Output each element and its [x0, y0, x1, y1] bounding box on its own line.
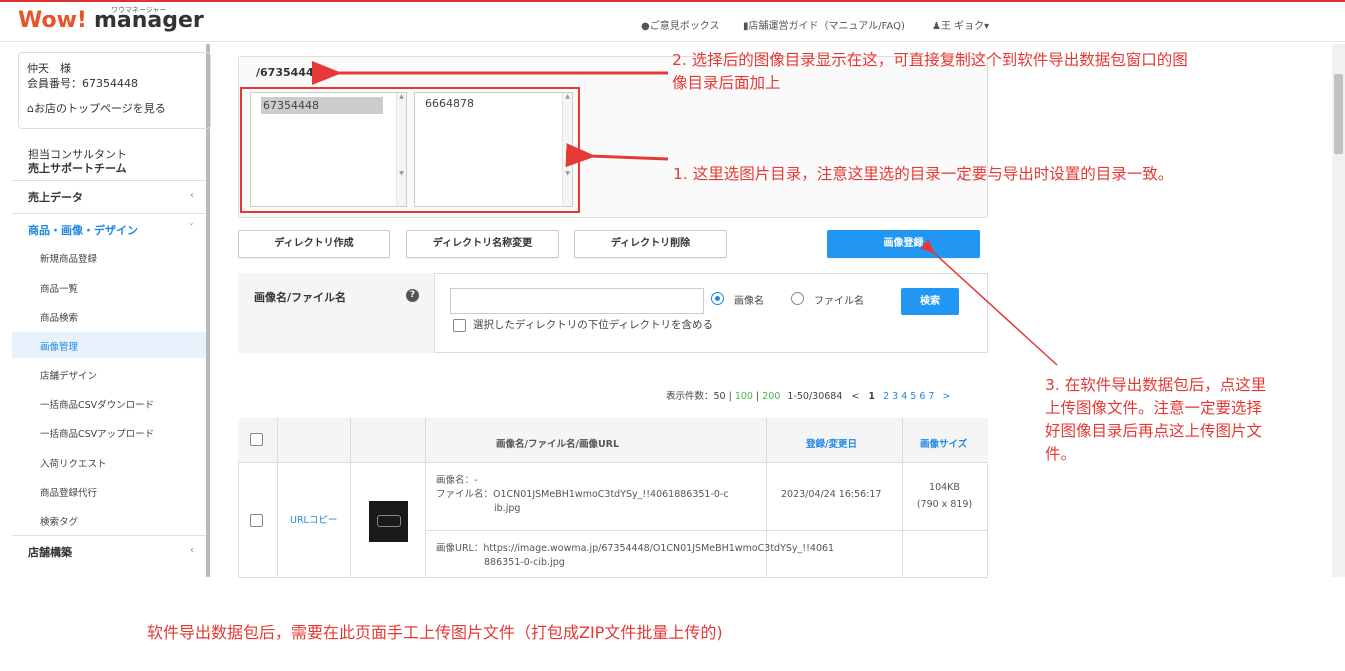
- sidebar-item-product-list[interactable]: 商品一覧: [40, 281, 78, 295]
- row-checkbox[interactable]: [250, 514, 263, 527]
- search-label: 画像名/ファイル名: [238, 273, 435, 353]
- annotation-3: 3. 在软件导出数据包后，点这里 上传图像文件。注意一定要选择 好图像目录后再点…: [1045, 376, 1267, 463]
- consultant: 担当コンサルタント 売上サポートチーム: [28, 148, 127, 176]
- user-icon: ♟: [932, 21, 941, 32]
- header-size[interactable]: 画像サイズ: [920, 436, 967, 450]
- sidebar-item-image-management[interactable]: 画像管理: [40, 339, 78, 353]
- radio-file-name-label: ファイル名: [814, 296, 864, 307]
- search-button[interactable]: 検索: [901, 288, 959, 315]
- sidebar-item-search-tag[interactable]: 検索タグ: [40, 514, 78, 528]
- row-divider: [426, 530, 987, 531]
- header-name: 画像名/ファイル名/画像URL: [496, 439, 620, 450]
- help-icon[interactable]: ?: [406, 289, 419, 302]
- row-date: 2023/04/24 16:56:17: [781, 489, 882, 500]
- radio-image-name[interactable]: [711, 292, 724, 305]
- chevron-left-icon: ‹: [190, 190, 194, 201]
- nav-section-shop-build[interactable]: 店舗構築 ‹: [12, 535, 206, 565]
- pager: 表示件数：50 | 100 | 200 1-50/30684 < 1 2 3 4…: [666, 391, 951, 402]
- chevron-left-icon: ‹: [190, 545, 194, 556]
- register-image-button[interactable]: 画像登録: [827, 230, 980, 258]
- annotation-2: 2. 选择后的图像目录显示在这，可直接复制这个到软件导出数据包窗口的图 像目录后…: [672, 51, 1188, 92]
- page-size-100[interactable]: 100: [735, 391, 753, 402]
- pager-next[interactable]: >: [942, 391, 950, 402]
- image-url[interactable]: 画像URL：https://image.wowma.jp/67354448/O1…: [436, 542, 834, 570]
- logo-wow: Wow!: [18, 8, 87, 33]
- url-copy-link[interactable]: URLコピー: [290, 514, 337, 528]
- select-all-checkbox[interactable]: [250, 433, 263, 446]
- guide-link[interactable]: ▮店舗運営ガイド（マニュアル/FAQ): [743, 17, 905, 32]
- include-subdir-checkbox[interactable]: [453, 319, 466, 332]
- scrollbar-thumb[interactable]: [1334, 74, 1343, 154]
- nav-section-sales[interactable]: 売上データ ‹: [12, 180, 206, 210]
- pager-pages[interactable]: 2 3 4 5 6 7: [883, 391, 934, 402]
- member-name: 仲天 様: [27, 62, 71, 75]
- rename-directory-button[interactable]: ディレクトリ名称変更: [406, 230, 559, 258]
- home-icon: ⌂: [27, 102, 34, 115]
- sidebar-item-shop-design[interactable]: 店舗デザイン: [40, 368, 97, 382]
- logo[interactable]: Wow! manager ワウマネージャー: [18, 6, 204, 33]
- annotation-highlight-box: [240, 87, 580, 213]
- sidebar: 仲天 様 会員番号：67354448 ⌂お店のトップページを見る 担当コンサルタ…: [12, 44, 211, 577]
- directory-path: /67354448: [256, 66, 322, 79]
- caret-down-icon: ▾: [984, 21, 990, 32]
- top-bar: Wow! manager ワウマネージャー ●ご意見ボックス ▮店舗運営ガイド（…: [0, 0, 1345, 42]
- logo-kana: ワウマネージャー: [111, 6, 167, 14]
- radio-image-name-label: 画像名: [734, 296, 764, 307]
- annotation-1: 1. 这里选图片目录，注意这里选的目录一定要与导出时设置的目录一致。: [673, 165, 1174, 183]
- sidebar-item-product-search[interactable]: 商品検索: [40, 310, 78, 324]
- radio-file-name[interactable]: [791, 292, 804, 305]
- bottom-note: 软件导出数据包后，需要在此页面手工上传图片文件（打包成ZIP文件批量上传的): [147, 623, 723, 642]
- shop-top-link[interactable]: ⌂お店のトップページを見る: [27, 101, 202, 116]
- page-size-200[interactable]: 200: [762, 391, 780, 402]
- table-divider: [350, 418, 351, 578]
- consultant-team: 売上サポートチーム: [28, 162, 127, 175]
- sidebar-item-registration-agent[interactable]: 商品登録代行: [40, 485, 97, 499]
- sidebar-item-new-product[interactable]: 新規商品登録: [40, 251, 97, 265]
- include-subdir-label: 選択したディレクトリの下位ディレクトリを含める: [473, 319, 714, 331]
- create-directory-button[interactable]: ディレクトリ作成: [238, 230, 390, 258]
- pager-range: 1-50/30684: [787, 391, 843, 402]
- pager-prev[interactable]: <: [851, 391, 859, 402]
- table-divider: [277, 418, 278, 578]
- image-thumbnail[interactable]: [369, 501, 408, 542]
- member-box: 仲天 様 会員番号：67354448 ⌂お店のトップページを見る: [18, 52, 211, 129]
- image-name: 画像名：- ファイル名：O1CN01JSMeBH1wmoC3tdYSy_!!40…: [436, 475, 729, 514]
- row-size: 104KB (790 x 819): [916, 482, 973, 510]
- consultant-label: 担当コンサルタント: [28, 148, 127, 161]
- table-divider: [425, 418, 426, 578]
- pager-current: 1: [868, 391, 876, 402]
- header-date[interactable]: 登録/変更日: [806, 436, 857, 450]
- feedback-link[interactable]: ●ご意見ボックス: [641, 17, 719, 32]
- chevron-down-icon: ˇ: [189, 223, 194, 234]
- sidebar-item-stock-request[interactable]: 入荷リクエスト: [40, 456, 107, 470]
- user-menu[interactable]: ♟王 ギョク▾: [932, 17, 989, 32]
- sidebar-item-csv-upload[interactable]: 一括商品CSVアップロード: [40, 426, 154, 440]
- pager-prefix: 表示件数：50 |: [666, 391, 735, 402]
- delete-directory-button[interactable]: ディレクトリ削除: [574, 230, 727, 258]
- speech-bubble-icon: ●: [641, 21, 650, 32]
- page-scrollbar[interactable]: [1332, 44, 1345, 577]
- sidebar-item-csv-download[interactable]: 一括商品CSVダウンロード: [40, 397, 154, 411]
- search-input[interactable]: [450, 288, 704, 314]
- nav-section-products[interactable]: 商品・画像・デザイン ˇ: [12, 213, 206, 243]
- member-number: 会員番号：67354448: [27, 77, 138, 90]
